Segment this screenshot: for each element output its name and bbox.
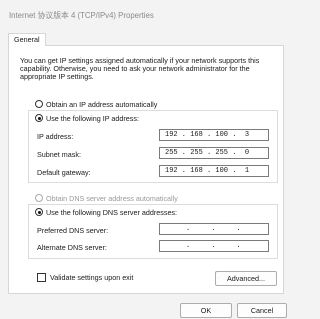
obtain-dns-auto-radio[interactable]: [35, 194, 43, 202]
subnet-mask-label: Subnet mask:: [37, 150, 81, 159]
obtain-ip-auto-label: Obtain an IP address automatically: [46, 100, 158, 109]
cancel-button[interactable]: Cancel: [237, 303, 287, 318]
description-text: You can get IP settings assigned automat…: [20, 56, 260, 82]
ip-address-label: IP address:: [37, 132, 74, 141]
preferred-dns-label: Preferred DNS server:: [37, 226, 109, 235]
title-bar: Internet 协议版本 4 (TCP/IPv4) Properties: [0, 0, 292, 26]
tab-general[interactable]: General: [8, 33, 46, 46]
obtain-dns-auto-label: Obtain DNS server address automatically: [46, 194, 178, 203]
ok-button[interactable]: OK: [180, 303, 232, 318]
alternate-dns-label: Alternate DNS server:: [37, 243, 107, 252]
preferred-dns-field[interactable]: . . .: [159, 223, 269, 235]
window-title: Internet 协议版本 4 (TCP/IPv4) Properties: [9, 11, 154, 20]
subnet-mask-field[interactable]: 255 . 255 . 255 . 0: [159, 147, 269, 159]
default-gateway-field[interactable]: 192 . 168 . 100 . 1: [159, 165, 269, 177]
validate-settings-checkbox[interactable]: [37, 273, 46, 282]
validate-settings-label: Validate settings upon exit: [50, 273, 134, 282]
use-ip-manual-label: Use the following IP address:: [46, 114, 139, 123]
use-dns-manual-radio[interactable]: [35, 208, 43, 216]
advanced-button[interactable]: Advanced...: [215, 271, 277, 286]
ip-address-field[interactable]: 192 . 168 . 100 . 3: [159, 129, 269, 141]
use-ip-manual-radio[interactable]: [35, 114, 43, 122]
default-gateway-label: Default gateway:: [37, 168, 91, 177]
use-dns-manual-label: Use the following DNS server addresses:: [46, 208, 178, 217]
alternate-dns-field[interactable]: . . .: [159, 240, 269, 252]
obtain-ip-auto-radio[interactable]: [35, 100, 43, 108]
